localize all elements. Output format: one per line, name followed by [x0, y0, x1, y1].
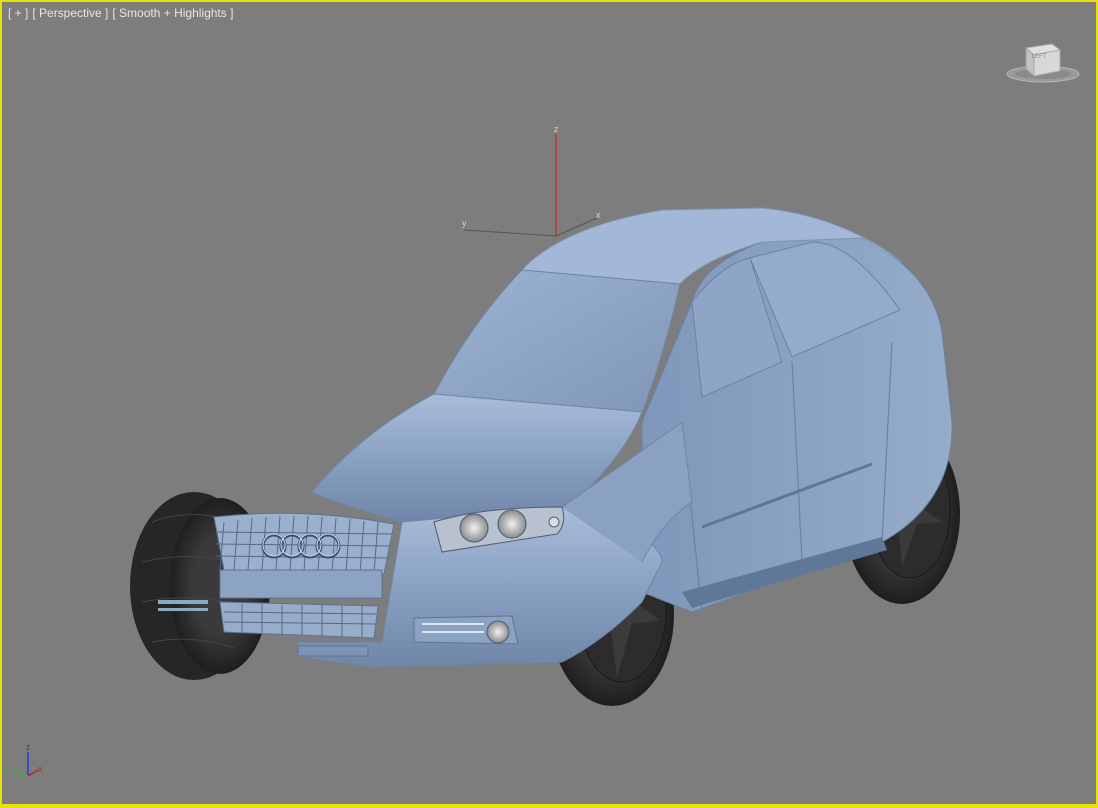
- car-model[interactable]: [130, 207, 960, 706]
- windshield[interactable]: [433, 269, 681, 413]
- world-axis-x-label: x: [596, 210, 601, 220]
- scene-canvas[interactable]: z x y z x y: [2, 2, 1096, 806]
- corner-axis-z-label: z: [26, 742, 31, 752]
- corner-axis-tripod: z x y: [6, 742, 43, 777]
- world-axis-y-label: y: [462, 218, 467, 228]
- corner-axis-y-label: y: [6, 766, 11, 776]
- world-axis-z-label: z: [554, 124, 559, 134]
- world-axis-gizmo: z x y: [462, 124, 601, 237]
- corner-axis-x-label: x: [38, 764, 43, 774]
- viewport-bottom-border: [0, 804, 1098, 808]
- fog-lamp[interactable]: [413, 615, 519, 645]
- perspective-viewport[interactable]: [ + ] [ Perspective ] [ Smooth + Highlig…: [0, 0, 1098, 808]
